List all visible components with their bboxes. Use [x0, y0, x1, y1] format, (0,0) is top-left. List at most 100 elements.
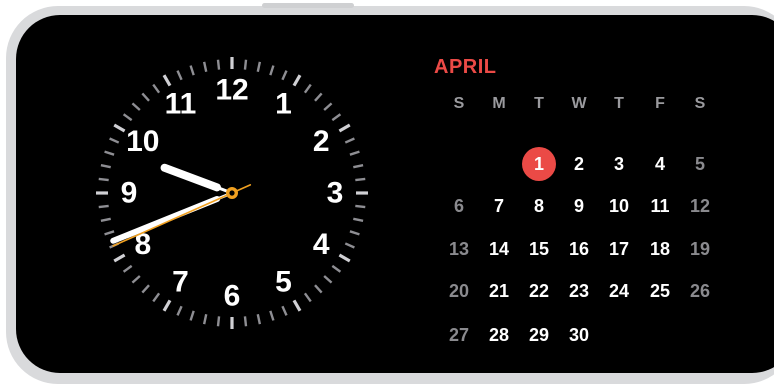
minute-tick: [269, 65, 275, 76]
clock-center-pin: [229, 190, 235, 196]
calendar-day[interactable]: 23: [562, 274, 596, 308]
minute-tick: [100, 163, 111, 169]
clock-number: 11: [165, 87, 197, 120]
clock-number: 10: [126, 125, 159, 158]
clock-face: 12 1234567891011: [96, 57, 368, 329]
minute-tick: [323, 102, 333, 111]
minute-tick: [281, 70, 288, 81]
minute-tick: [162, 299, 172, 312]
minute-tick: [109, 137, 120, 144]
clock-number: 9: [121, 177, 138, 210]
minute-tick: [202, 61, 208, 72]
minute-tick: [98, 204, 109, 209]
calendar-day[interactable]: 27: [442, 318, 476, 352]
minute-tick: [331, 264, 342, 273]
minute-tick: [141, 284, 150, 294]
calendar-day[interactable]: 12: [683, 189, 717, 223]
minute-tick: [292, 299, 302, 312]
minute-tick: [314, 284, 323, 294]
minute-tick: [131, 102, 141, 111]
calendar-day[interactable]: 26: [683, 274, 717, 308]
minute-tick: [331, 113, 342, 122]
calendar-day[interactable]: 2: [562, 147, 596, 181]
minute-tick: [189, 310, 195, 321]
hour-hand: [160, 163, 222, 192]
calendar-day[interactable]: 30: [562, 318, 596, 352]
minute-tick: [131, 275, 141, 284]
minute-tick: [189, 65, 195, 76]
calendar-day[interactable]: 24: [602, 274, 636, 308]
minute-tick: [256, 314, 262, 325]
calendar-day[interactable]: 7: [482, 189, 516, 223]
standby-screen: 12 1 2 3 4 5 6 7 8 9 10 11 APRIL SMTWTFS 1234567891…: [16, 15, 774, 373]
calendar-widget[interactable]: APRIL SMTWTFS 1 2 3 4 5 6 7 8 9 10 11 12 13 14 15 16 17 1…: [428, 51, 728, 351]
minute-tick: [281, 305, 288, 316]
minute-tick: [355, 204, 366, 209]
minute-tick: [122, 264, 133, 273]
calendar-day[interactable]: 9: [562, 189, 596, 223]
minute-tick: [256, 61, 262, 72]
calendar-day[interactable]: 25: [643, 274, 677, 308]
minute-tick: [113, 253, 126, 263]
calendar-day[interactable]: 29: [522, 318, 556, 352]
clock-number: 3: [327, 177, 344, 210]
minute-tick: [243, 316, 248, 327]
minute-tick: [338, 123, 351, 133]
minute-tick: [355, 177, 366, 182]
clock-number: 5: [275, 266, 292, 299]
calendar-day[interactable]: 11: [643, 189, 677, 223]
calendar-day[interactable]: 15: [522, 232, 556, 266]
minute-tick: [152, 292, 161, 303]
minute-tick: [216, 59, 221, 70]
minute-tick: [314, 92, 323, 102]
calendar-day[interactable]: 21: [482, 274, 516, 308]
minute-tick: [141, 92, 150, 102]
calendar-day[interactable]: 8: [522, 189, 556, 223]
minute-tick: [176, 70, 183, 81]
minute-tick: [162, 74, 172, 87]
minute-tick: [349, 230, 360, 236]
minute-tick: [104, 150, 115, 156]
calendar-day[interactable]: 16: [562, 232, 596, 266]
calendar-day[interactable]: 28: [482, 318, 516, 352]
minute-tick: [292, 74, 302, 87]
minute-tick: [122, 113, 133, 122]
day-grid: 1 2 3 4 5 6 7 8 9 10 11 12 13 14 15 16 17 18 19 20 21 22 23 24 2…: [428, 51, 728, 351]
calendar-day[interactable]: 17: [602, 232, 636, 266]
calendar-day[interactable]: 20: [442, 274, 476, 308]
clock-number: 2: [313, 125, 330, 158]
minute-tick: [202, 314, 208, 325]
minute-tick: [303, 83, 312, 94]
minute-tick: [344, 242, 355, 249]
minute-tick: [344, 137, 355, 144]
calendar-day[interactable]: 19: [683, 232, 717, 266]
minute-tick: [353, 217, 364, 223]
calendar-day[interactable]: 18: [643, 232, 677, 266]
device-side-button: [262, 3, 354, 8]
calendar-day[interactable]: 13: [442, 232, 476, 266]
clock-number: 6: [224, 280, 241, 313]
minute-tick: [216, 316, 221, 327]
minute-tick: [113, 123, 126, 133]
minute-tick: [104, 230, 115, 236]
calendar-day[interactable]: 3: [602, 147, 636, 181]
minute-tick: [349, 150, 360, 156]
minute-tick: [98, 177, 109, 182]
analog-clock-widget[interactable]: 12 1 2 3 4 5 6 7 8 9 10 11: [94, 55, 370, 331]
calendar-day[interactable]: 22: [522, 274, 556, 308]
clock-number: 4: [313, 228, 330, 261]
minute-tick: [353, 163, 364, 169]
clock-number: 1: [275, 87, 292, 120]
calendar-day[interactable]: 4: [643, 147, 677, 181]
minute-tick: [176, 305, 183, 316]
calendar-day[interactable]: 5: [683, 147, 717, 181]
clock-number: 7: [172, 266, 189, 299]
calendar-day[interactable]: 14: [482, 232, 516, 266]
minute-tick: [152, 83, 161, 94]
calendar-day[interactable]: 10: [602, 189, 636, 223]
minute-tick: [323, 275, 333, 284]
minute-tick: [100, 217, 111, 223]
calendar-day-today[interactable]: 1: [522, 147, 556, 181]
calendar-day[interactable]: 6: [442, 189, 476, 223]
minute-tick: [303, 292, 312, 303]
